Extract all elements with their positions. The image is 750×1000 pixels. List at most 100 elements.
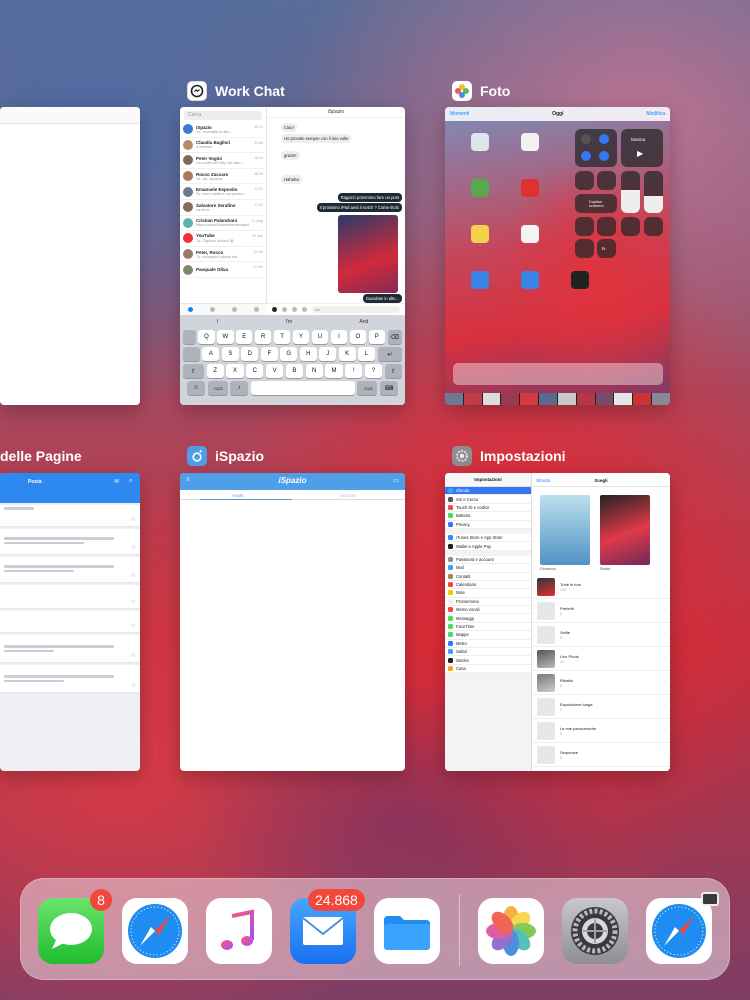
contact-item[interactable]: Claudia Bagliori A Internet 23:46	[180, 138, 266, 154]
settings-item[interactable]: Sfondo	[445, 487, 531, 496]
tab-news[interactable]: NOTIZIE	[340, 493, 356, 498]
suggestion[interactable]: I	[217, 319, 218, 327]
keyboard-key[interactable]: M	[325, 364, 343, 378]
keyboard-key[interactable]: N	[305, 364, 323, 378]
screen-mirroring-tile[interactable]: Duplica schermo	[575, 194, 617, 213]
space-key[interactable]	[250, 381, 355, 395]
settings-item[interactable]: Stocks	[445, 656, 531, 665]
music-tile[interactable]: Musica ▶	[621, 129, 663, 167]
bluetooth-icon[interactable]	[599, 151, 609, 161]
app-card-work-chat[interactable]: Cerca iSpazio Tu: Guardate in alto... 09:1…	[180, 107, 405, 405]
app-card-pagine[interactable]: Posta ✉ ⌕ ☆ ☆ ☆ ☆ ☆ ☆ ☆	[0, 473, 140, 771]
emoji-key[interactable]: ☺	[187, 381, 206, 395]
star-icon[interactable]: ☆	[131, 682, 136, 689]
dynamic-wallpaper[interactable]	[540, 495, 590, 565]
do-not-disturb-tile[interactable]	[597, 171, 616, 190]
music-app-icon[interactable]	[206, 898, 272, 964]
keyboard-key[interactable]: V	[266, 364, 284, 378]
settings-tab-icon[interactable]	[253, 307, 259, 312]
still-wallpaper[interactable]	[600, 495, 650, 565]
settings-item[interactable]: Metro	[445, 639, 531, 649]
settings-item[interactable]: Note	[445, 589, 531, 598]
contact-item[interactable]: Rocco Zaccaro Tu: vai, appena... 08:26	[180, 169, 266, 185]
contact-item[interactable]: Pasquale Oliva 12 feb	[180, 262, 266, 278]
settings-item[interactable]: Wallet e Apple Pay	[445, 542, 531, 551]
suggestion[interactable]: I'm	[285, 319, 292, 327]
star-icon[interactable]: ☆	[131, 572, 136, 579]
timer-tile[interactable]	[621, 217, 640, 236]
mic-icon[interactable]	[302, 307, 307, 312]
keyboard-key[interactable]: D	[241, 347, 259, 361]
keyboard-key[interactable]: I	[330, 330, 348, 344]
album-row[interactable]: Sequenze 0 ›	[532, 743, 670, 767]
settings-item[interactable]: Batteria	[445, 512, 531, 521]
safari-suggested-app-icon[interactable]	[646, 898, 712, 964]
album-row[interactable]: Le mie panoramiche 0 ›	[532, 719, 670, 743]
settings-app-icon[interactable]	[562, 898, 628, 964]
keyboard-key[interactable]: J	[319, 347, 337, 361]
keyboard-key[interactable]: R	[255, 330, 272, 344]
backspace-key[interactable]: ⌫	[387, 330, 403, 344]
camera-icon[interactable]	[282, 307, 287, 312]
keyboard-key[interactable]: !	[345, 364, 363, 378]
keyboard-key[interactable]: P	[368, 330, 385, 344]
keyboard-key[interactable]: W	[217, 330, 234, 344]
settings-item[interactable]: iTunes Store e App Store	[445, 533, 531, 543]
keyboard-key[interactable]: F	[260, 347, 278, 361]
chats-tab-icon[interactable]	[188, 307, 194, 312]
home-tile[interactable]	[575, 239, 594, 258]
star-icon[interactable]: ☆	[131, 516, 136, 523]
settings-item[interactable]: Casa	[445, 664, 531, 674]
settings-item[interactable]: Mappe	[445, 631, 531, 640]
edit-button[interactable]: Modifica	[646, 111, 665, 117]
album-row[interactable]: Ritratto 0 ›	[532, 671, 670, 695]
shift-key[interactable]: ⇧	[183, 364, 205, 378]
settings-item[interactable]: Password e account	[445, 555, 531, 565]
keyboard-key[interactable]: G	[280, 347, 298, 361]
flashlight-tile[interactable]	[597, 217, 616, 236]
settings-item[interactable]: Memo vocali	[445, 606, 531, 615]
ispazio-card-header[interactable]: iSpazio	[187, 444, 264, 468]
keyboard-key[interactable]: H	[299, 347, 317, 361]
keyboard-key[interactable]: X	[226, 364, 244, 378]
page-row[interactable]: ☆	[0, 665, 140, 693]
work-chat-card-header[interactable]: Work Chat	[187, 79, 285, 103]
keyboard-key[interactable]: Q	[198, 330, 215, 344]
settings-item[interactable]: Messaggi	[445, 614, 531, 623]
keyboard-key[interactable]: S	[221, 347, 239, 361]
album-row[interactable]: Esposizione lunga 0 ›	[532, 695, 670, 719]
contact-item[interactable]: YouTube Tu: Capisco Mondo 😀 29 mar	[180, 231, 266, 247]
contact-item[interactable]: Peter, Rocco Tu: svilupperò questi ele...…	[180, 247, 266, 263]
wifi-icon[interactable]	[581, 151, 591, 161]
people-tab-icon[interactable]	[231, 307, 237, 312]
star-icon[interactable]: ☆	[131, 598, 136, 605]
impostazioni-card-header[interactable]: Impostazioni	[452, 444, 566, 468]
dictation-key[interactable]: ♪	[230, 381, 249, 395]
airdrop-icon[interactable]	[599, 134, 609, 144]
back-button[interactable]: Momenti	[450, 111, 469, 117]
search-icon[interactable]: ⌕	[129, 478, 132, 485]
suggestion[interactable]: And	[359, 319, 368, 327]
keyboard-key[interactable]: Y	[292, 330, 310, 344]
apple-tv-tile[interactable]: tv	[597, 239, 616, 258]
photo-thumbnail-strip[interactable]	[445, 393, 670, 405]
rotation-lock-tile[interactable]	[575, 171, 594, 190]
grid-icon[interactable]: ▭	[393, 477, 399, 484]
shared-screenshot[interactable]	[338, 215, 398, 293]
keyboard-key[interactable]: U	[311, 330, 329, 344]
compose-input[interactable]: Aa	[312, 306, 400, 313]
photo-icon[interactable]	[292, 307, 297, 312]
connectivity-tile[interactable]	[575, 129, 617, 167]
add-icon[interactable]	[272, 307, 277, 312]
tab-key[interactable]	[182, 330, 196, 344]
contact-item[interactable]: Peter Vogini Ho scritto ad Hilly hai vist…	[180, 153, 266, 169]
foto-card-header[interactable]: Foto	[452, 79, 510, 103]
app-card-impostazioni[interactable]: Impostazioni Sfondo Siri e Cerca Touch ID …	[445, 473, 670, 771]
contact-item[interactable]: Emanuele Esposito Tu: devo mettere ora qu…	[180, 184, 266, 200]
numbers-key[interactable]: .?123	[207, 381, 228, 395]
photos-app-icon[interactable]	[478, 898, 544, 964]
return-key[interactable]: ↵	[377, 347, 403, 361]
shift-key-right[interactable]: ⇧	[384, 364, 402, 378]
page-row[interactable]: ☆	[0, 557, 140, 583]
settings-item[interactable]: Calendario	[445, 580, 531, 590]
